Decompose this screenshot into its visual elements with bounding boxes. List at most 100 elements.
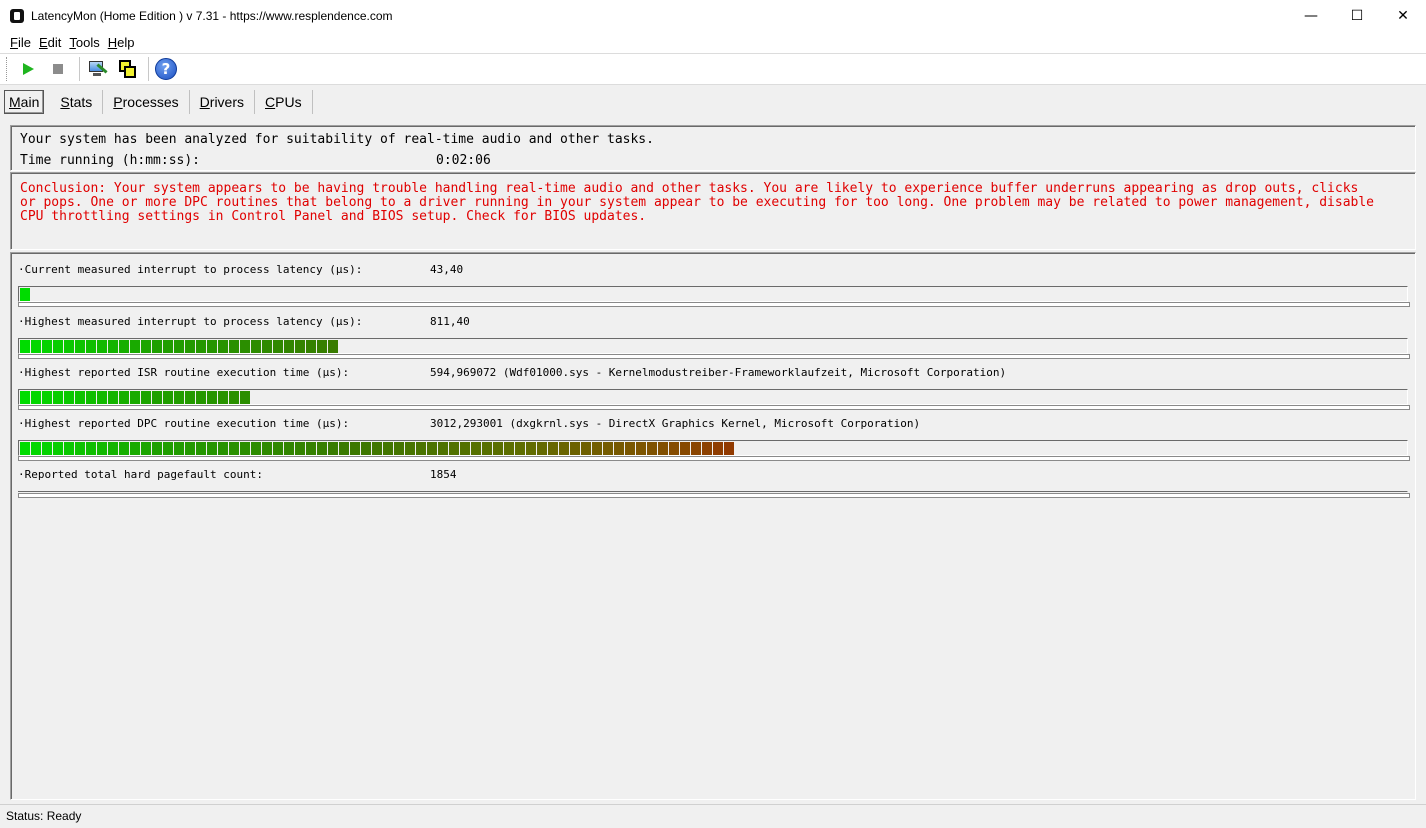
bar-segment (185, 391, 195, 404)
bar-segment (680, 442, 690, 455)
bar-segment (240, 340, 250, 353)
bar-segment (174, 442, 184, 455)
bar-segment (86, 442, 96, 455)
toolbar: ? (0, 53, 1426, 85)
bar-segment (526, 442, 536, 455)
toolbar-grip[interactable] (6, 57, 9, 81)
bar-segment (317, 442, 327, 455)
start-button[interactable] (15, 56, 41, 82)
metric-label-dpc-time: ·Highest reported DPC routine execution … (18, 417, 921, 430)
metric-value-highest-latency: 811,40 (430, 315, 470, 328)
bar-segment (284, 340, 294, 353)
minimize-button[interactable]: — (1288, 0, 1334, 31)
bar-segment (328, 340, 338, 353)
bar-segment (581, 442, 591, 455)
bar-segment (152, 391, 162, 404)
bar-segment (537, 442, 547, 455)
maximize-button[interactable]: ☐ (1334, 0, 1380, 31)
bar-segment (64, 391, 74, 404)
bar-segment (427, 442, 437, 455)
summary-panel: Your system has been analyzed for suitab… (10, 125, 1416, 171)
menu-file[interactable]: File (6, 35, 35, 50)
bar-segment (724, 442, 734, 455)
bar-segment (317, 340, 327, 353)
bar-segment (713, 442, 723, 455)
bar-segment (42, 391, 52, 404)
conclusion-panel: Conclusion: Your system appears to be ha… (10, 172, 1416, 250)
bar-segment (97, 391, 107, 404)
window-controls: — ☐ ✕ (1288, 0, 1426, 31)
bar-segment (515, 442, 525, 455)
menu-edit[interactable]: Edit (35, 35, 65, 50)
tab-main[interactable]: Main (4, 90, 45, 114)
bar-segment (306, 442, 316, 455)
bar-segment (119, 442, 129, 455)
bar-segment (240, 442, 250, 455)
bar-segment (504, 442, 514, 455)
bar-segment (31, 442, 41, 455)
bar-segment (207, 442, 217, 455)
bar-segment (416, 442, 426, 455)
close-button[interactable]: ✕ (1380, 0, 1426, 31)
metric-value-current-latency: 43,40 (430, 263, 464, 276)
bar-segment (614, 442, 624, 455)
cpu-windows-button[interactable] (114, 56, 140, 82)
bar-segment (218, 442, 228, 455)
title-bar: LatencyMon (Home Edition ) v 7.31 - http… (0, 0, 1426, 31)
bar-segment (185, 442, 195, 455)
bar-segment (273, 340, 283, 353)
bar-segment (141, 442, 151, 455)
time-running-row: Time running (h:mm:ss): 0:02:06 (20, 150, 1415, 171)
bar-segment (229, 391, 239, 404)
bar-segment (372, 442, 382, 455)
bar-segment (31, 340, 41, 353)
play-icon (22, 63, 34, 75)
bar-segment (262, 442, 272, 455)
toolbar-separator (79, 57, 80, 81)
bar-segment (460, 442, 470, 455)
bar-segment (218, 340, 228, 353)
bar-segment (174, 391, 184, 404)
bar-segment (141, 391, 151, 404)
bar-segment (163, 442, 173, 455)
cpu-windows-icon (117, 59, 137, 79)
time-running-label: Time running (h:mm:ss): (20, 153, 201, 168)
bar-segment (207, 340, 217, 353)
bar-segment (42, 442, 52, 455)
bar-segment (658, 442, 668, 455)
tab-drivers[interactable]: Drivers (190, 90, 256, 114)
bar-segment (592, 442, 602, 455)
tab-strip: Main Stats Processes Drivers C PUs (0, 85, 1426, 119)
status-bar: Status: Ready (0, 804, 1426, 828)
app-icon[interactable] (10, 8, 24, 23)
bar-segment (130, 391, 140, 404)
bar-segment (163, 340, 173, 353)
bar-segment (240, 391, 250, 404)
bar-segment (262, 340, 272, 353)
help-icon: ? (155, 58, 177, 80)
menu-tools[interactable]: Tools (65, 35, 103, 50)
bar-segment (295, 340, 305, 353)
bar-segment (207, 391, 217, 404)
bar-segment (669, 442, 679, 455)
analysis-summary: Your system has been analyzed for suitab… (20, 132, 654, 147)
metric-value-isr-time: 594,969072 (Wdf01000.sys - Kernelmodustr… (430, 366, 1007, 379)
stop-button[interactable] (45, 56, 71, 82)
bar-segment (350, 442, 360, 455)
tab-processes[interactable]: Processes (103, 90, 190, 114)
bar-segment (603, 442, 613, 455)
menu-help[interactable]: Help (104, 35, 139, 50)
bar-segment (328, 442, 338, 455)
tab-cpus[interactable]: C PUs (255, 90, 313, 114)
menu-bar: File Edit Tools Help (0, 31, 1426, 53)
tab-stats[interactable]: Stats (50, 90, 104, 114)
bar-segment (20, 442, 30, 455)
bar-segment (339, 442, 349, 455)
bar-segment (185, 340, 195, 353)
bar-segment (636, 442, 646, 455)
bar-segment (196, 340, 206, 353)
bar-segment (152, 340, 162, 353)
bar-segment (20, 288, 30, 301)
help-button[interactable]: ? (153, 56, 179, 82)
analyze-button[interactable] (84, 56, 110, 82)
